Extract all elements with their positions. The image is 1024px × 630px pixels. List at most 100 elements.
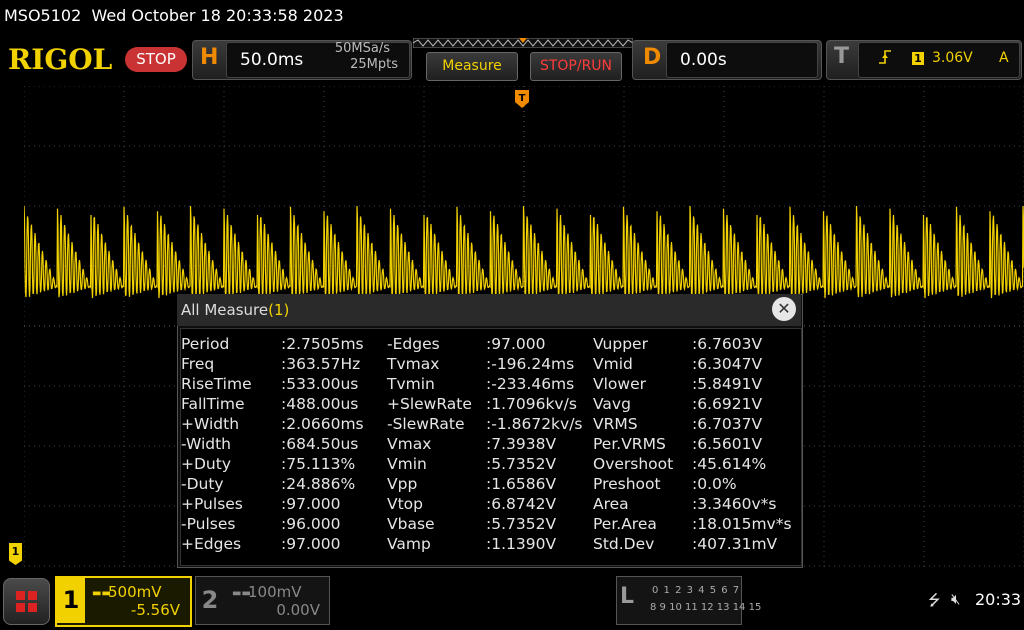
measure-value: :363.57Hz bbox=[281, 355, 361, 373]
ch1-waveform bbox=[24, 205, 1024, 299]
measure-label: +Duty bbox=[181, 455, 231, 473]
measure-label: Std.Dev bbox=[593, 535, 655, 553]
ch2-scale: 100mV bbox=[248, 583, 302, 601]
stop-run-button[interactable]: STOP/RUN bbox=[530, 52, 622, 81]
logic-channels-low: 0 1 2 3 4 5 6 7 bbox=[652, 585, 741, 596]
trigger-level: 3.06V bbox=[932, 50, 973, 66]
measure-value: :6.7037V bbox=[692, 415, 763, 433]
all-measure-title: All Measure(1) bbox=[181, 301, 289, 319]
model-name: MSO5102 bbox=[4, 6, 82, 25]
measure-label: Vlower bbox=[593, 375, 646, 393]
timebase-value: 50.0ms bbox=[240, 50, 304, 70]
measure-value: :0.0% bbox=[692, 475, 737, 493]
delay-value: 0.00s bbox=[680, 50, 727, 70]
ch1-number: 1 bbox=[57, 578, 85, 623]
logic-channels-high: 8 9 10 11 12 13 14 15 bbox=[650, 602, 762, 613]
measure-value: :5.7352V bbox=[486, 455, 557, 473]
measure-value: :97.000 bbox=[281, 535, 341, 553]
measure-label: Vupper bbox=[593, 335, 648, 353]
ch2-number: 2 bbox=[201, 586, 219, 614]
measure-value: :75.113% bbox=[281, 455, 356, 473]
measure-label: Overshoot bbox=[593, 455, 674, 473]
measure-label: FallTime bbox=[181, 395, 245, 413]
trigger-mode: A bbox=[999, 50, 1009, 66]
measure-label: Vavg bbox=[593, 395, 631, 413]
measure-label: -Edges bbox=[387, 335, 440, 353]
measure-label: +Width bbox=[181, 415, 240, 433]
trigger-letter: T bbox=[834, 44, 850, 69]
speaker-muted-icon[interactable]: 🔇︎ bbox=[951, 590, 960, 608]
logic-analyzer-settings[interactable] bbox=[616, 576, 742, 625]
horizontal-letter: H bbox=[200, 45, 219, 70]
measure-label: -SlewRate bbox=[387, 415, 465, 433]
measure-value: :488.00us bbox=[281, 395, 359, 413]
measure-label: Vpp bbox=[387, 475, 418, 493]
measure-value: :5.7352V bbox=[486, 515, 557, 533]
usb-icon: ⭍ bbox=[928, 591, 941, 609]
measure-label: +Edges bbox=[181, 535, 242, 553]
measure-value: :684.50us bbox=[281, 435, 359, 453]
measure-label: RiseTime bbox=[181, 375, 252, 393]
datetime: Wed October 18 20:33:58 2023 bbox=[91, 6, 344, 25]
measure-value: :18.015mv*s bbox=[692, 515, 792, 533]
measure-label: Vamp bbox=[387, 535, 431, 553]
close-icon[interactable]: ✕ bbox=[772, 297, 796, 321]
measure-label: Vbase bbox=[387, 515, 435, 533]
ch1-offset: -5.56V bbox=[130, 601, 180, 619]
measure-label: Vtop bbox=[387, 495, 424, 513]
trigger-position-marker[interactable]: T bbox=[515, 90, 529, 108]
measure-value: :1.1390V bbox=[486, 535, 557, 553]
measure-label: Per.Area bbox=[593, 515, 657, 533]
measure-value: :97.000 bbox=[486, 335, 546, 353]
measure-value: :2.7505ms bbox=[281, 335, 364, 353]
memory-depth: 25Mpts bbox=[350, 57, 398, 72]
measure-label: Vmin bbox=[387, 455, 427, 473]
rigol-logo: RIGOL bbox=[8, 43, 113, 76]
delay-letter: D bbox=[643, 45, 662, 70]
measure-value: :6.6921V bbox=[692, 395, 763, 413]
measure-label: Preshoot bbox=[593, 475, 661, 493]
measure-label: Area bbox=[593, 495, 629, 513]
measure-value: :-196.24ms bbox=[486, 355, 575, 373]
measure-label: Tvmax bbox=[387, 355, 440, 373]
measure-value: :-233.46ms bbox=[486, 375, 575, 393]
measure-value: :2.0660ms bbox=[281, 415, 364, 433]
trigger-source-badge: 1 bbox=[912, 52, 924, 65]
logic-letter: L bbox=[620, 584, 635, 609]
device-title: MSO5102 Wed October 18 20:33:58 2023 bbox=[4, 6, 344, 25]
measure-value: :1.7096kv/s bbox=[486, 395, 577, 413]
measure-value: :6.7603V bbox=[692, 335, 763, 353]
main-menu-button[interactable] bbox=[3, 578, 50, 625]
measure-value: :533.00us bbox=[281, 375, 359, 393]
memory-overview-icon bbox=[413, 38, 633, 48]
measure-value: :6.8742V bbox=[486, 495, 557, 513]
measure-label: Period bbox=[181, 335, 230, 353]
ch2-offset: 0.00V bbox=[276, 601, 320, 619]
measure-value: :-1.8672kv/s bbox=[486, 415, 583, 433]
all-measure-title-text: All Measure bbox=[181, 301, 269, 319]
measure-value: :7.3938V bbox=[486, 435, 557, 453]
ch1-scale: 500mV bbox=[108, 583, 162, 601]
measure-label: -Width bbox=[181, 435, 231, 453]
system-clock: 20:33 bbox=[975, 590, 1022, 609]
measure-label: Vmid bbox=[593, 355, 633, 373]
measure-button[interactable]: Measure bbox=[426, 52, 518, 81]
measure-value: :6.3047V bbox=[692, 355, 763, 373]
measure-label: Tvmin bbox=[387, 375, 435, 393]
measure-value: :97.000 bbox=[281, 495, 341, 513]
measure-value: :407.31mV bbox=[692, 535, 778, 553]
all-measure-count: (1) bbox=[268, 301, 290, 319]
measure-label: +Pulses bbox=[181, 495, 243, 513]
measure-value: :5.8491V bbox=[692, 375, 763, 393]
measure-label: +SlewRate bbox=[387, 395, 472, 413]
ch1-offset-marker[interactable]: 1 bbox=[9, 543, 22, 565]
measure-label: -Pulses bbox=[181, 515, 236, 533]
measure-label: Per.VRMS bbox=[593, 435, 666, 453]
measure-value: :45.614% bbox=[692, 455, 767, 473]
measure-value: :96.000 bbox=[281, 515, 341, 533]
run-state-badge[interactable]: STOP bbox=[125, 47, 187, 72]
measure-value: :1.6586V bbox=[486, 475, 557, 493]
measure-label: Vmax bbox=[387, 435, 432, 453]
measure-value: :24.886% bbox=[281, 475, 356, 493]
grid-menu-icon bbox=[16, 591, 37, 612]
